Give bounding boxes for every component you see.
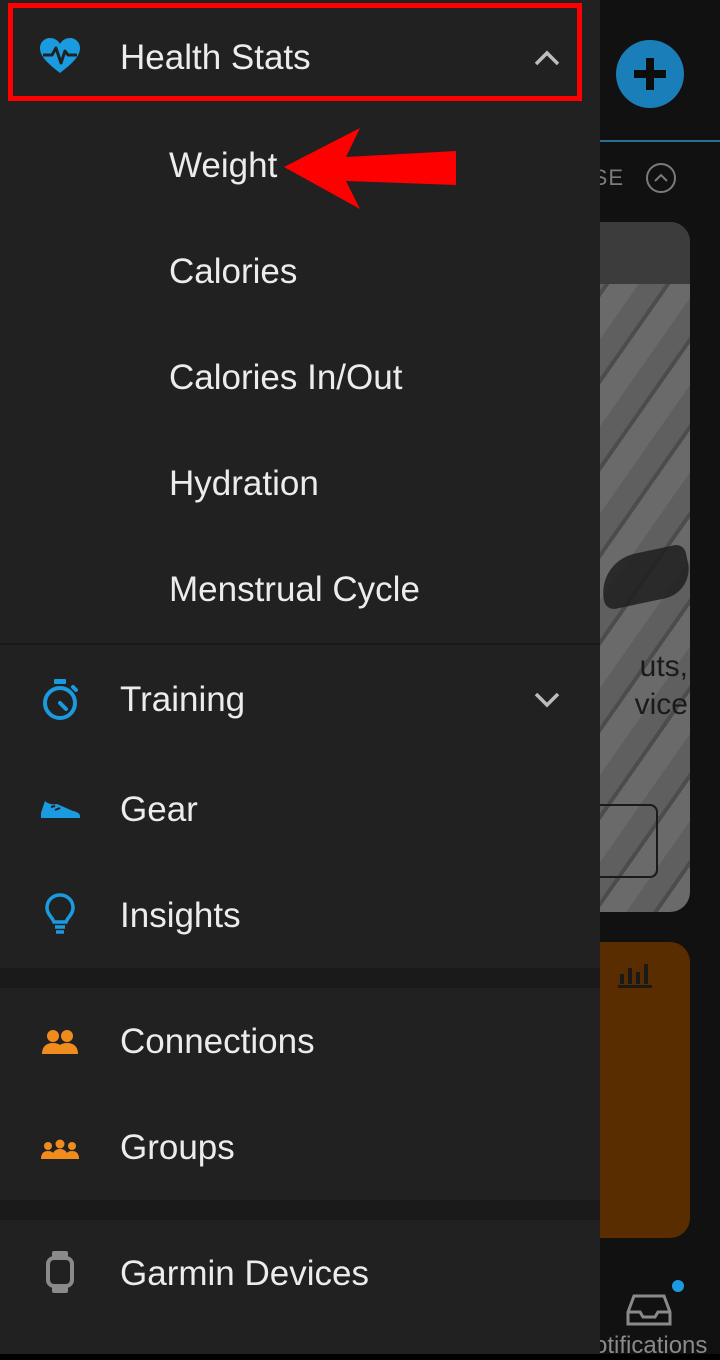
drawer-subitem-label: Hydration — [169, 464, 319, 503]
lightbulb-icon — [38, 892, 82, 936]
section-divider — [0, 1200, 600, 1220]
plus-icon — [634, 58, 666, 90]
drawer-subitem-label: Calories — [169, 252, 298, 291]
bottom-nav: otifications — [594, 1280, 720, 1359]
inbox-icon[interactable] — [624, 1290, 674, 1330]
drawer-subitem-menstrual-cycle[interactable]: Menstrual Cycle — [0, 536, 600, 642]
drawer-subitem-label: Calories In/Out — [169, 358, 403, 397]
drawer-item-label: Garmin Devices — [120, 1254, 369, 1293]
drawer-item-groups[interactable]: Groups — [0, 1094, 600, 1200]
group-icon — [38, 1128, 82, 1172]
red-arrow-annotation — [284, 128, 456, 209]
drawer-item-label: Training — [120, 680, 246, 719]
drawer-item-gear[interactable]: Gear — [0, 756, 600, 862]
drawer-item-insights[interactable]: Insights — [0, 862, 600, 968]
section-divider — [0, 968, 600, 988]
chevron-down-icon — [534, 692, 560, 708]
drawer-subitem-label: Weight — [169, 146, 278, 185]
shoe-icon — [38, 786, 82, 830]
collapse-icon[interactable] — [646, 163, 676, 193]
drawer-item-label: Connections — [120, 1022, 315, 1061]
drawer-item-label: Insights — [120, 896, 241, 935]
drawer-item-garmin-devices[interactable]: Garmin Devices — [0, 1220, 600, 1326]
people-icon — [38, 1020, 82, 1064]
bar-chart-icon — [618, 964, 652, 988]
drawer-item-label: Groups — [120, 1128, 235, 1167]
card-photo-shadow — [595, 543, 690, 611]
drawer-subitem-hydration[interactable]: Hydration — [0, 430, 600, 536]
add-button[interactable] — [616, 40, 684, 108]
stopwatch-icon — [38, 678, 82, 722]
drawer-subitem-calories[interactable]: Calories — [0, 218, 600, 324]
drawer-item-connections[interactable]: Connections — [0, 988, 600, 1094]
drawer-item-label: Gear — [120, 790, 198, 829]
watch-icon — [38, 1250, 82, 1294]
notification-dot — [672, 1280, 684, 1292]
drawer-subitem-label: Menstrual Cycle — [169, 570, 420, 609]
drawer-item-training[interactable]: Training — [0, 646, 600, 752]
notifications-label[interactable]: otifications — [594, 1332, 720, 1360]
divider — [0, 643, 600, 645]
drawer-subitem-calories-in-out[interactable]: Calories In/Out — [0, 324, 600, 430]
highlight-box — [8, 3, 582, 101]
top-bar-underline — [600, 140, 720, 142]
